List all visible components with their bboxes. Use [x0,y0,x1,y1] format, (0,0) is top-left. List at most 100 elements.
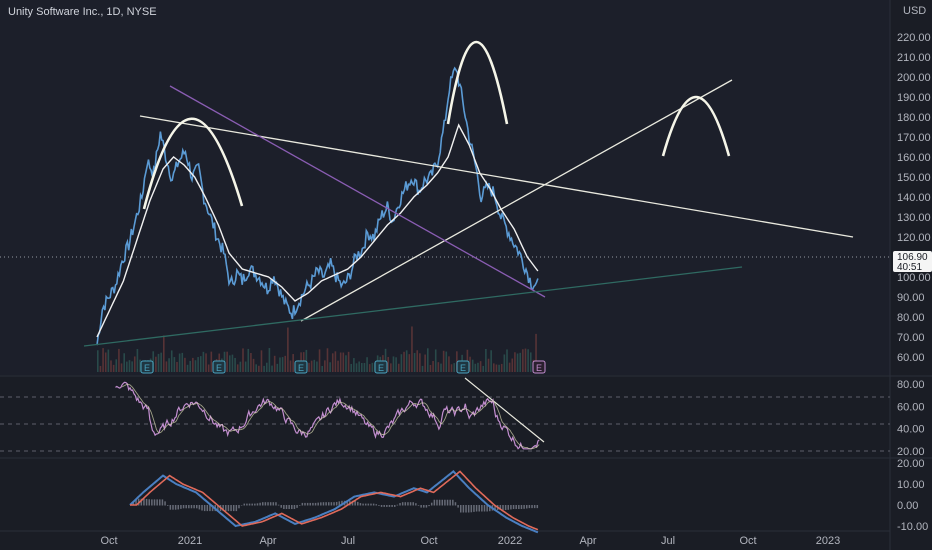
volume-bar [308,362,310,372]
volume-bar [403,351,405,372]
macd-hist-bar [246,503,248,506]
volume-bar [287,327,289,372]
macd-hist-bar [523,505,525,509]
time-tick-label: 2022 [498,535,522,547]
macd-hist-bar [528,505,531,509]
macd-hist-bar [378,505,380,506]
macd-hist-bar [401,502,404,506]
rsi-tick-label: 40.00 [897,424,925,436]
volume-bar [437,362,440,372]
volume-bar [366,357,368,372]
volume-bar [120,363,123,372]
volume-bar [395,357,397,372]
volume-bar [500,363,503,372]
earnings-marker-label: E [216,363,222,373]
price-tick-label: 70.00 [897,332,925,344]
macd-hist-bar [259,502,261,506]
volume-bar [205,353,207,372]
macd-hist-bar [301,502,304,506]
volume-bar [186,364,189,372]
price-tick-label: 100.00 [897,272,931,284]
volume-bar [368,364,371,372]
macd-hist-bar [510,505,512,510]
volume-bar [189,360,191,372]
macd-hist-bar [238,505,240,509]
macd-hist-bar [383,505,385,507]
volume-bar [110,360,112,372]
macd-hist-bar [430,502,433,506]
price-tick-label: 160.00 [897,152,931,164]
time-tick-label: Oct [100,535,117,547]
volume-bar [493,363,495,372]
macd-hist-bar [304,502,306,506]
macd-hist-bar [438,499,441,506]
volume-bar [321,365,323,372]
macd-hist-bar [198,505,201,510]
macd-hist-bar [357,501,359,506]
price-tick-label: 60.00 [897,352,925,364]
macd-hist-bar [359,503,362,506]
volume-bar [271,365,273,372]
volume-bar [192,357,194,372]
macd-hist-bar [441,499,444,506]
volume-bar [210,351,213,372]
macd-hist-bar [457,505,459,508]
macd-hist-bar [391,505,393,507]
volume-bar [284,355,287,372]
volume-bar [316,361,318,372]
volume-bar [194,360,197,372]
macd-hist-bar [330,502,333,506]
macd-hist-bar [306,502,309,506]
macd-hist-bar [285,505,288,509]
volume-bar [337,360,339,372]
volume-bar [197,357,199,372]
volume-bar [347,351,350,372]
macd-hist-bar [518,505,520,509]
volume-bar [350,363,353,372]
macd-hist-bar [415,503,417,506]
macd-hist-bar [277,504,280,506]
macd-hist-bar [380,505,383,507]
volume-bar [123,353,125,372]
macd-hist-bar [386,505,388,507]
macd-hist-bar [449,499,451,506]
macd-hist-bar [275,502,277,506]
price-tick-label: 220.00 [897,32,931,44]
macd-hist-bar [412,502,414,506]
volume-bar [310,360,313,372]
rsi-tick-label: 20.00 [897,446,925,458]
volume-bar [255,364,257,372]
volume-bar [157,353,160,372]
volume-bar [170,350,173,372]
macd-hist-bar [372,503,375,506]
macd-hist-bar [264,502,267,506]
macd-hist-bar [325,502,327,506]
macd-hist-bar [473,505,475,512]
macd-hist-bar [280,505,282,508]
macd-hist-bar [370,503,372,506]
macd-hist-bar [235,505,238,512]
price-tick-label: 170.00 [897,132,931,144]
volume-bar [508,362,511,372]
macd-hist-bar [475,505,478,512]
macd-hist-bar [536,505,539,509]
macd-hist-bar [267,502,269,506]
macd-hist-bar [296,505,298,508]
macd-hist-bar [436,499,438,506]
macd-hist-bar [520,505,523,509]
macd-hist-bar [206,505,209,512]
volume-bar [529,352,532,372]
time-tick-label: 2023 [816,535,840,547]
volume-bar [231,354,234,372]
price-chart[interactable]: E E E E E E Unity Software Inc., 1D, NYSE USD… [0,0,932,550]
time-tick-label: 2021 [178,535,202,547]
price-tick-label: 210.00 [897,52,931,64]
volume-bar [99,365,102,372]
volume-bar [432,360,434,372]
volume-bar [424,354,426,372]
macd-hist-bar [478,505,480,512]
macd-hist-bar [309,502,312,506]
volume-bar [115,359,118,372]
time-tick-label: Oct [739,535,756,547]
macd-tick-label: 10.00 [897,479,925,491]
